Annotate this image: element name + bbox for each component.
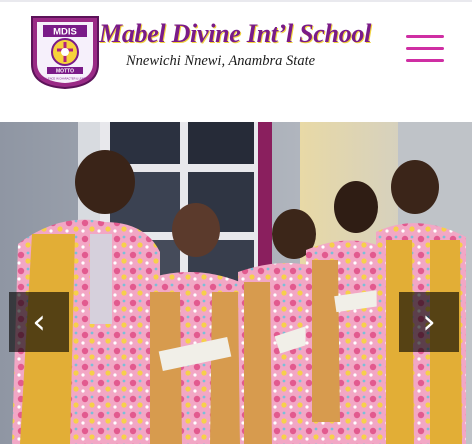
hero-carousel: ‹ › xyxy=(0,122,472,444)
school-logo[interactable]: MDIS MOTTO EXCELLENCE IN CHARACTER & LEA… xyxy=(29,14,101,89)
carousel-prev-button[interactable]: ‹ xyxy=(9,292,69,352)
site-header: MDIS MOTTO EXCELLENCE IN CHARACTER & LEA… xyxy=(0,0,472,122)
school-location: Nnewichi Nnewi, Anambra State xyxy=(126,53,316,69)
logo-top-text: MDIS xyxy=(53,27,77,38)
school-name[interactable]: Mabel Divine Int’l School xyxy=(99,18,389,50)
hamburger-menu-icon[interactable] xyxy=(405,32,445,66)
carousel-next-button[interactable]: › xyxy=(399,292,459,352)
hero-photo xyxy=(0,122,472,444)
logo-motto-label: MOTTO xyxy=(56,69,74,75)
logo-motto: EXCELLENCE IN CHARACTER & LEARNING xyxy=(38,77,92,81)
